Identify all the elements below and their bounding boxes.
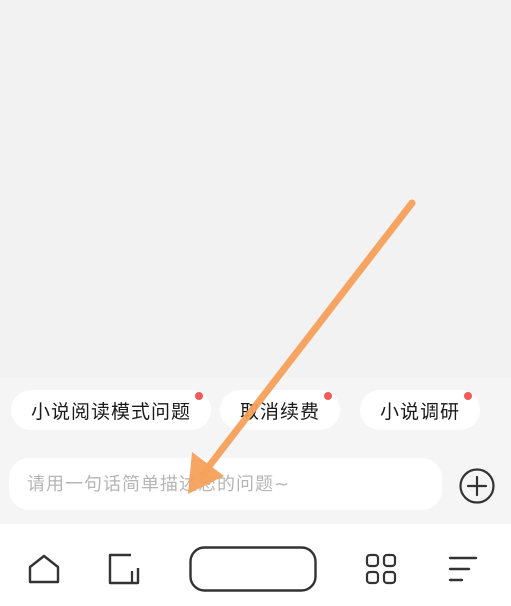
center-pill-button[interactable] — [189, 546, 317, 592]
input-bar — [0, 446, 511, 524]
suggestion-chip-label: 小说阅读模式问题 — [30, 400, 191, 423]
notification-dot — [324, 392, 332, 400]
bottom-navigation — [0, 524, 511, 606]
question-input[interactable] — [9, 458, 442, 510]
menu-icon[interactable] — [447, 553, 479, 585]
home-icon[interactable] — [27, 553, 61, 585]
suggestion-chip-label: 取消续费 — [239, 400, 320, 423]
plus-circle-icon[interactable] — [458, 467, 496, 505]
suggestion-chip-label: 小说调研 — [379, 400, 460, 423]
tabs-icon[interactable] — [107, 552, 143, 586]
notification-dot — [464, 392, 472, 400]
suggestion-chip-reading-mode[interactable]: 小说阅读模式问题 — [11, 390, 211, 430]
suggestion-chip-cancel-renewal[interactable]: 取消续费 — [220, 390, 340, 430]
content-area — [0, 0, 511, 378]
grid-icon[interactable] — [365, 553, 397, 585]
notification-dot — [195, 392, 203, 400]
suggestion-chip-survey[interactable]: 小说调研 — [360, 390, 480, 430]
suggestion-chips: 小说阅读模式问题 取消续费 小说调研 — [0, 378, 511, 446]
